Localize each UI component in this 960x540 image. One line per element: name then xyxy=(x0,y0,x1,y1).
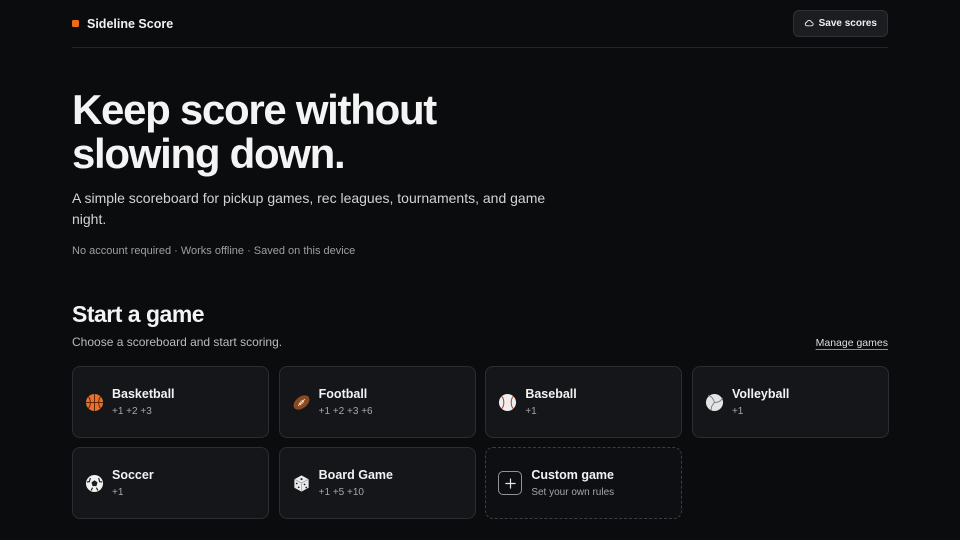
game-name: Volleyball xyxy=(731,386,790,401)
game-card-football[interactable]: Football +1 +2 +3 +6 xyxy=(278,366,476,438)
hero-subtitle: A simple scoreboard for pickup games, re… xyxy=(72,190,546,227)
game-name: Soccer xyxy=(112,467,154,482)
game-points: +1 xyxy=(731,405,744,417)
game-name: Board Game xyxy=(318,467,393,482)
game-card-baseball[interactable]: Baseball +1 xyxy=(485,366,683,438)
game-card-volleyball[interactable]: Volleyball +1 xyxy=(691,366,889,438)
baseball-icon xyxy=(498,393,517,412)
game-points: +1 xyxy=(525,405,537,417)
game-card-board-game[interactable]: Board Game +1 +5 +10 xyxy=(278,447,476,519)
game-points: +1 +5 +10 xyxy=(318,486,364,498)
custom-game-description: Set your own rules xyxy=(531,486,615,498)
custom-game-name: Custom game xyxy=(531,467,614,482)
hero-title: Keep score without slowing down. xyxy=(72,88,492,176)
game-card-soccer[interactable]: Soccer +1 xyxy=(72,447,269,519)
soccer-ball-icon xyxy=(85,474,104,493)
brand-logo-icon xyxy=(72,20,79,27)
hero-meta: No account required · Works offline · Sa… xyxy=(72,245,356,257)
game-name: Football xyxy=(318,386,368,401)
game-grid: Basketball +1 +2 +3 Football +1 +2 +3 +6 xyxy=(72,366,889,519)
football-icon xyxy=(292,393,311,412)
hero-title-line-2: slowing down. xyxy=(72,130,346,177)
save-scores-button[interactable]: Save scores xyxy=(792,9,888,37)
game-points: +1 +2 +3 xyxy=(112,405,152,417)
dice-icon xyxy=(292,474,311,493)
plus-icon xyxy=(498,471,523,495)
brand[interactable]: Sideline Score xyxy=(72,17,173,31)
game-points: +1 +2 +3 +6 xyxy=(318,405,373,417)
top-bar: Sideline Score Save scores xyxy=(72,0,888,48)
game-points: +1 xyxy=(112,486,124,498)
game-name: Baseball xyxy=(525,386,577,401)
cloud-icon xyxy=(804,20,814,27)
game-name: Basketball xyxy=(112,386,175,401)
save-scores-label: Save scores xyxy=(818,17,877,29)
section-subtitle: Choose a scoreboard and start scoring. xyxy=(72,335,283,349)
volleyball-icon xyxy=(705,393,724,412)
hero-title-line-1: Keep score without xyxy=(72,86,437,133)
basketball-icon xyxy=(85,393,104,412)
game-card-basketball[interactable]: Basketball +1 +2 +3 xyxy=(72,366,269,438)
section-title: Start a game xyxy=(72,301,205,327)
custom-game-card[interactable]: Custom game Set your own rules xyxy=(485,447,683,519)
manage-games-link[interactable]: Manage games xyxy=(816,337,888,349)
brand-name: Sideline Score xyxy=(87,16,174,31)
